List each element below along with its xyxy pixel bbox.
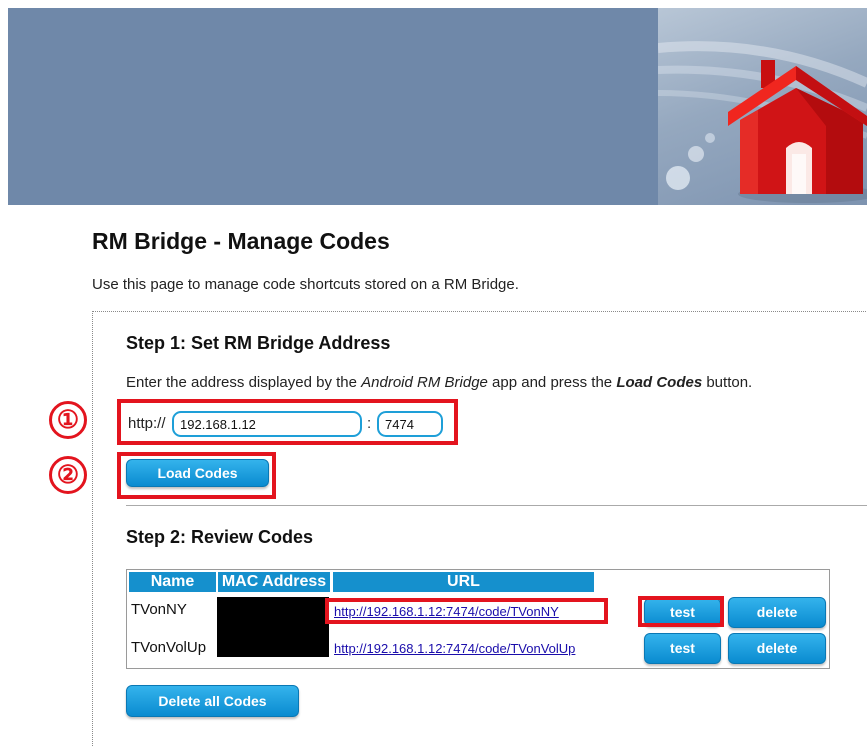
- column-header-url: URL: [333, 572, 594, 592]
- banner-art: [658, 8, 867, 205]
- column-header-name: Name: [129, 572, 216, 592]
- annotation-marker-2: ②: [49, 456, 87, 494]
- delete-button[interactable]: delete: [728, 597, 826, 628]
- delete-button[interactable]: delete: [728, 633, 826, 664]
- step2-heading: Step 2: Review Codes: [126, 527, 314, 547]
- annotation-marker-1: ①: [49, 401, 87, 439]
- mac-address-redacted: [217, 633, 329, 657]
- house-icon: [658, 41, 867, 203]
- page-description: Use this page to manage code shortcuts s…: [92, 276, 519, 293]
- step1-description: Enter the address displayed by the Andro…: [126, 374, 753, 391]
- column-header-mac: MAC Address: [218, 572, 330, 592]
- annotation-box-address: [117, 399, 458, 445]
- annotation-box-load: [117, 452, 276, 499]
- page-title: RM Bridge - Manage Codes: [92, 228, 390, 254]
- code-url-link[interactable]: http://192.168.1.12:7474/code/TVonVolUp: [334, 641, 575, 656]
- delete-all-codes-button[interactable]: Delete all Codes: [126, 685, 299, 717]
- step-divider: [126, 505, 867, 506]
- header-banner: [8, 8, 867, 205]
- annotation-box-url: [325, 598, 608, 624]
- step1-heading: Step 1: Set RM Bridge Address: [126, 333, 391, 353]
- table-row-name: TVonVolUp: [131, 639, 207, 656]
- app-name: Android RM Bridge: [361, 374, 488, 391]
- mac-address-redacted: [217, 597, 329, 633]
- test-button[interactable]: test: [644, 633, 721, 664]
- button-reference: Load Codes: [616, 374, 703, 391]
- annotation-box-test: [638, 596, 724, 627]
- table-row-name: TVonNY: [131, 601, 187, 618]
